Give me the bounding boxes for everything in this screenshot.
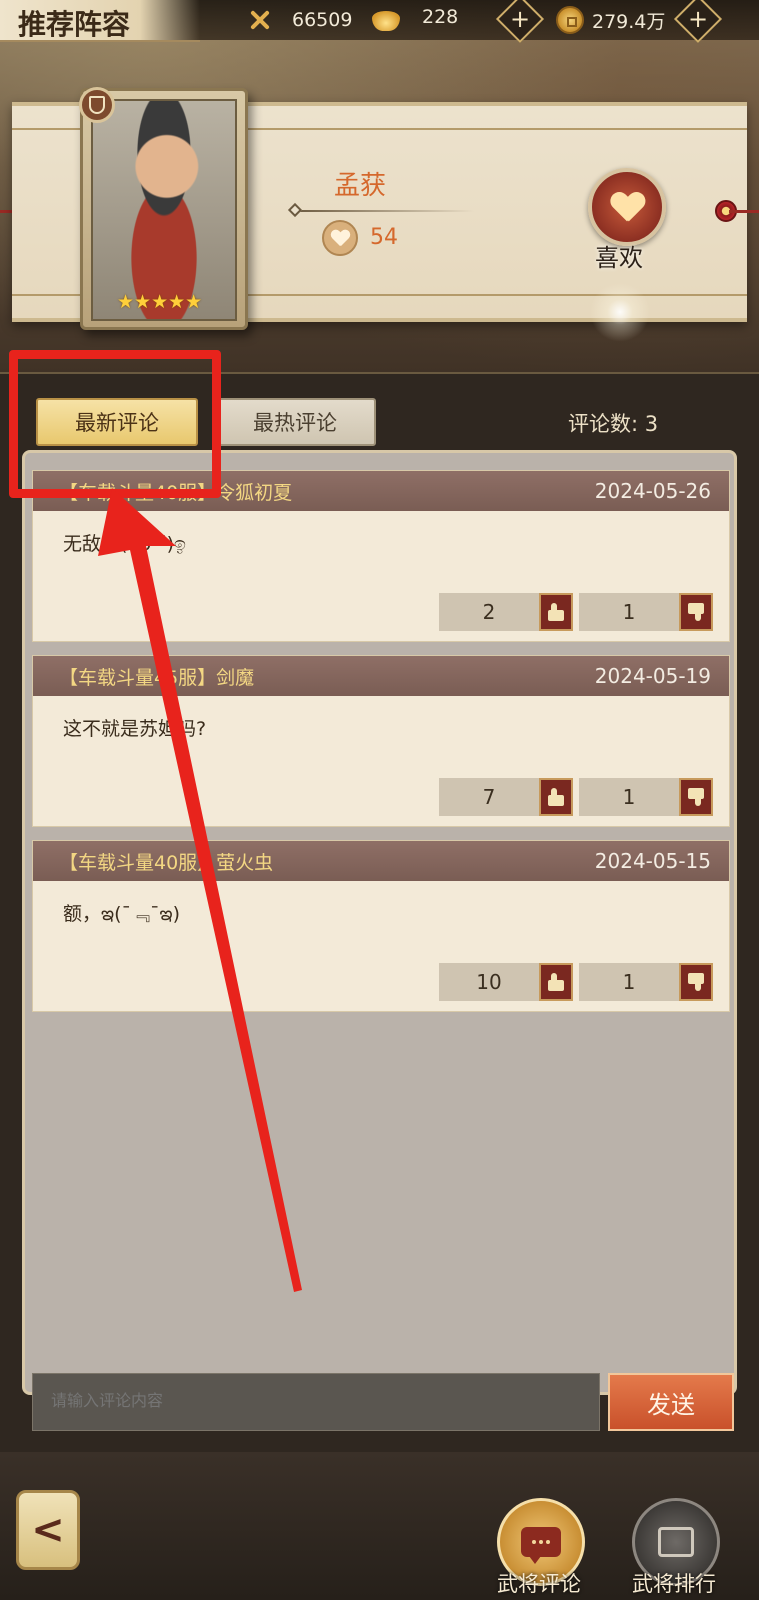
annotation-arrow xyxy=(98,488,302,1292)
